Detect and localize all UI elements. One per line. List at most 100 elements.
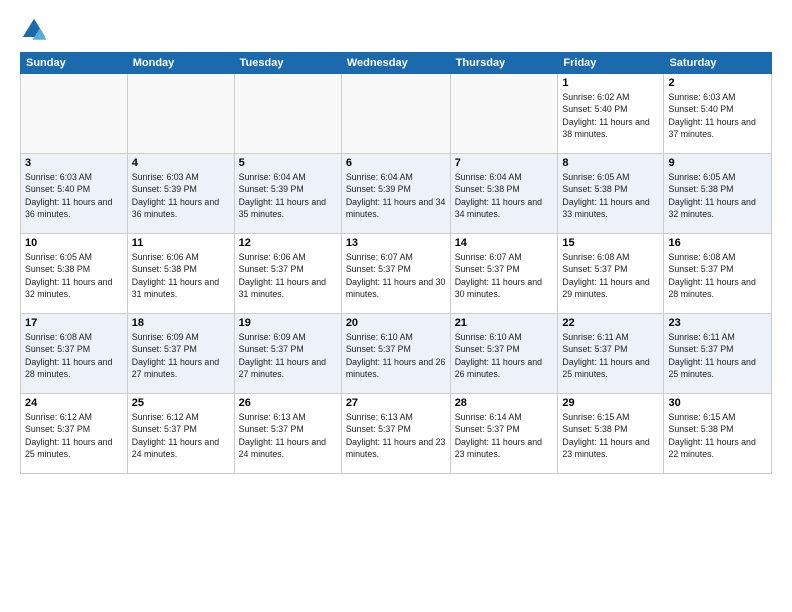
- calendar-cell: 18 Sunrise: 6:09 AM Sunset: 5:37 PM Dayli…: [127, 314, 234, 394]
- calendar-cell: [450, 74, 558, 154]
- calendar-week-4: 17 Sunrise: 6:08 AM Sunset: 5:37 PM Dayli…: [21, 314, 772, 394]
- day-number: 14: [455, 237, 554, 249]
- weekday-header-saturday: Saturday: [664, 53, 772, 74]
- day-number: 16: [668, 237, 767, 249]
- day-number: 10: [25, 237, 123, 249]
- calendar-cell: 19 Sunrise: 6:09 AM Sunset: 5:37 PM Dayli…: [234, 314, 341, 394]
- calendar-cell: 24Sunrise: 6:12 AM Sunset: 5:37 PM Dayli…: [21, 394, 128, 474]
- calendar-cell: [341, 74, 450, 154]
- day-number: 28: [455, 397, 554, 409]
- day-number: 26: [239, 397, 337, 409]
- calendar-cell: 6 Sunrise: 6:04 AM Sunset: 5:39 PM Daylig…: [341, 154, 450, 234]
- day-number: 11: [132, 237, 230, 249]
- day-info: Sunrise: 6:03 AM Sunset: 5:40 PM Dayligh…: [668, 91, 767, 140]
- calendar-cell: 20 Sunrise: 6:10 AM Sunset: 5:37 PM Dayli…: [341, 314, 450, 394]
- day-info: Sunrise: 6:11 AM Sunset: 5:37 PM Dayligh…: [668, 331, 767, 380]
- day-number: 22: [562, 317, 659, 329]
- day-number: 18: [132, 317, 230, 329]
- day-number: 1: [562, 77, 659, 89]
- weekday-header-wednesday: Wednesday: [341, 53, 450, 74]
- calendar-cell: 11 Sunrise: 6:06 AM Sunset: 5:38 PM Dayli…: [127, 234, 234, 314]
- calendar-cell: [234, 74, 341, 154]
- day-info: Sunrise: 6:05 AM Sunset: 5:38 PM Dayligh…: [562, 171, 659, 220]
- day-number: 5: [239, 157, 337, 169]
- day-info: Sunrise: 6:15 AM Sunset: 5:38 PM Dayligh…: [668, 411, 767, 460]
- calendar-cell: 5 Sunrise: 6:04 AM Sunset: 5:39 PM Daylig…: [234, 154, 341, 234]
- day-number: 17: [25, 317, 123, 329]
- day-number: 23: [668, 317, 767, 329]
- day-info: Sunrise: 6:03 AM Sunset: 5:40 PM Dayligh…: [25, 171, 123, 220]
- day-info: Sunrise: 6:06 AM Sunset: 5:38 PM Dayligh…: [132, 251, 230, 300]
- day-number: 20: [346, 317, 446, 329]
- calendar-cell: 25 Sunrise: 6:12 AM Sunset: 5:37 PM Dayli…: [127, 394, 234, 474]
- calendar-cell: 15 Sunrise: 6:08 AM Sunset: 5:37 PM Dayli…: [558, 234, 664, 314]
- calendar-cell: 8Sunrise: 6:05 AM Sunset: 5:38 PM Daylig…: [558, 154, 664, 234]
- day-number: 27: [346, 397, 446, 409]
- logo-icon: [20, 16, 48, 44]
- day-number: 25: [132, 397, 230, 409]
- calendar-cell: 7 Sunrise: 6:04 AM Sunset: 5:38 PM Daylig…: [450, 154, 558, 234]
- weekday-header-sunday: Sunday: [21, 53, 128, 74]
- calendar-cell: 16 Sunrise: 6:08 AM Sunset: 5:37 PM Dayli…: [664, 234, 772, 314]
- calendar-cell: 12 Sunrise: 6:06 AM Sunset: 5:37 PM Dayli…: [234, 234, 341, 314]
- calendar-cell: 3 Sunrise: 6:03 AM Sunset: 5:40 PM Daylig…: [21, 154, 128, 234]
- calendar-cell: 22 Sunrise: 6:11 AM Sunset: 5:37 PM Dayli…: [558, 314, 664, 394]
- calendar-cell: [21, 74, 128, 154]
- calendar-week-1: 1 Sunrise: 6:02 AM Sunset: 5:40 PM Daylig…: [21, 74, 772, 154]
- day-info: Sunrise: 6:04 AM Sunset: 5:39 PM Dayligh…: [346, 171, 446, 220]
- logo: [20, 16, 52, 44]
- day-info: Sunrise: 6:10 AM Sunset: 5:37 PM Dayligh…: [346, 331, 446, 380]
- day-info: Sunrise: 6:10 AM Sunset: 5:37 PM Dayligh…: [455, 331, 554, 380]
- calendar-cell: 4 Sunrise: 6:03 AM Sunset: 5:39 PM Daylig…: [127, 154, 234, 234]
- day-number: 30: [668, 397, 767, 409]
- calendar-table: SundayMondayTuesdayWednesdayThursdayFrid…: [20, 52, 772, 474]
- weekday-header-tuesday: Tuesday: [234, 53, 341, 74]
- calendar-cell: 1 Sunrise: 6:02 AM Sunset: 5:40 PM Daylig…: [558, 74, 664, 154]
- day-info: Sunrise: 6:07 AM Sunset: 5:37 PM Dayligh…: [346, 251, 446, 300]
- day-info: Sunrise: 6:05 AM Sunset: 5:38 PM Dayligh…: [25, 251, 123, 300]
- weekday-header-thursday: Thursday: [450, 53, 558, 74]
- day-number: 15: [562, 237, 659, 249]
- day-info: Sunrise: 6:14 AM Sunset: 5:37 PM Dayligh…: [455, 411, 554, 460]
- calendar-cell: 17 Sunrise: 6:08 AM Sunset: 5:37 PM Dayli…: [21, 314, 128, 394]
- calendar-cell: 10 Sunrise: 6:05 AM Sunset: 5:38 PM Dayli…: [21, 234, 128, 314]
- day-number: 12: [239, 237, 337, 249]
- day-number: 3: [25, 157, 123, 169]
- day-info: Sunrise: 6:06 AM Sunset: 5:37 PM Dayligh…: [239, 251, 337, 300]
- day-info: Sunrise: 6:12 AM Sunset: 5:37 PM Dayligh…: [132, 411, 230, 460]
- day-info: Sunrise: 6:04 AM Sunset: 5:38 PM Dayligh…: [455, 171, 554, 220]
- day-info: Sunrise: 6:04 AM Sunset: 5:39 PM Dayligh…: [239, 171, 337, 220]
- day-info: Sunrise: 6:12 AM Sunset: 5:37 PM Dayligh…: [25, 411, 123, 460]
- day-number: 19: [239, 317, 337, 329]
- day-info: Sunrise: 6:09 AM Sunset: 5:37 PM Dayligh…: [239, 331, 337, 380]
- day-info: Sunrise: 6:15 AM Sunset: 5:38 PM Dayligh…: [562, 411, 659, 460]
- day-number: 2: [668, 77, 767, 89]
- calendar-week-5: 24Sunrise: 6:12 AM Sunset: 5:37 PM Dayli…: [21, 394, 772, 474]
- day-info: Sunrise: 6:02 AM Sunset: 5:40 PM Dayligh…: [562, 91, 659, 140]
- day-number: 7: [455, 157, 554, 169]
- day-number: 4: [132, 157, 230, 169]
- weekday-header-monday: Monday: [127, 53, 234, 74]
- calendar-cell: 28 Sunrise: 6:14 AM Sunset: 5:37 PM Dayli…: [450, 394, 558, 474]
- day-info: Sunrise: 6:05 AM Sunset: 5:38 PM Dayligh…: [668, 171, 767, 220]
- day-info: Sunrise: 6:13 AM Sunset: 5:37 PM Dayligh…: [346, 411, 446, 460]
- day-number: 9: [668, 157, 767, 169]
- calendar-cell: 30 Sunrise: 6:15 AM Sunset: 5:38 PM Dayli…: [664, 394, 772, 474]
- day-info: Sunrise: 6:13 AM Sunset: 5:37 PM Dayligh…: [239, 411, 337, 460]
- calendar-cell: 13 Sunrise: 6:07 AM Sunset: 5:37 PM Dayli…: [341, 234, 450, 314]
- day-info: Sunrise: 6:11 AM Sunset: 5:37 PM Dayligh…: [562, 331, 659, 380]
- day-info: Sunrise: 6:03 AM Sunset: 5:39 PM Dayligh…: [132, 171, 230, 220]
- calendar-cell: 21Sunrise: 6:10 AM Sunset: 5:37 PM Dayli…: [450, 314, 558, 394]
- page: SundayMondayTuesdayWednesdayThursdayFrid…: [0, 0, 792, 612]
- day-info: Sunrise: 6:07 AM Sunset: 5:37 PM Dayligh…: [455, 251, 554, 300]
- day-info: Sunrise: 6:08 AM Sunset: 5:37 PM Dayligh…: [25, 331, 123, 380]
- day-info: Sunrise: 6:09 AM Sunset: 5:37 PM Dayligh…: [132, 331, 230, 380]
- weekday-header-row: SundayMondayTuesdayWednesdayThursdayFrid…: [21, 53, 772, 74]
- day-info: Sunrise: 6:08 AM Sunset: 5:37 PM Dayligh…: [668, 251, 767, 300]
- day-number: 6: [346, 157, 446, 169]
- day-info: Sunrise: 6:08 AM Sunset: 5:37 PM Dayligh…: [562, 251, 659, 300]
- weekday-header-friday: Friday: [558, 53, 664, 74]
- calendar-cell: [127, 74, 234, 154]
- calendar-cell: 27 Sunrise: 6:13 AM Sunset: 5:37 PM Dayli…: [341, 394, 450, 474]
- day-number: 13: [346, 237, 446, 249]
